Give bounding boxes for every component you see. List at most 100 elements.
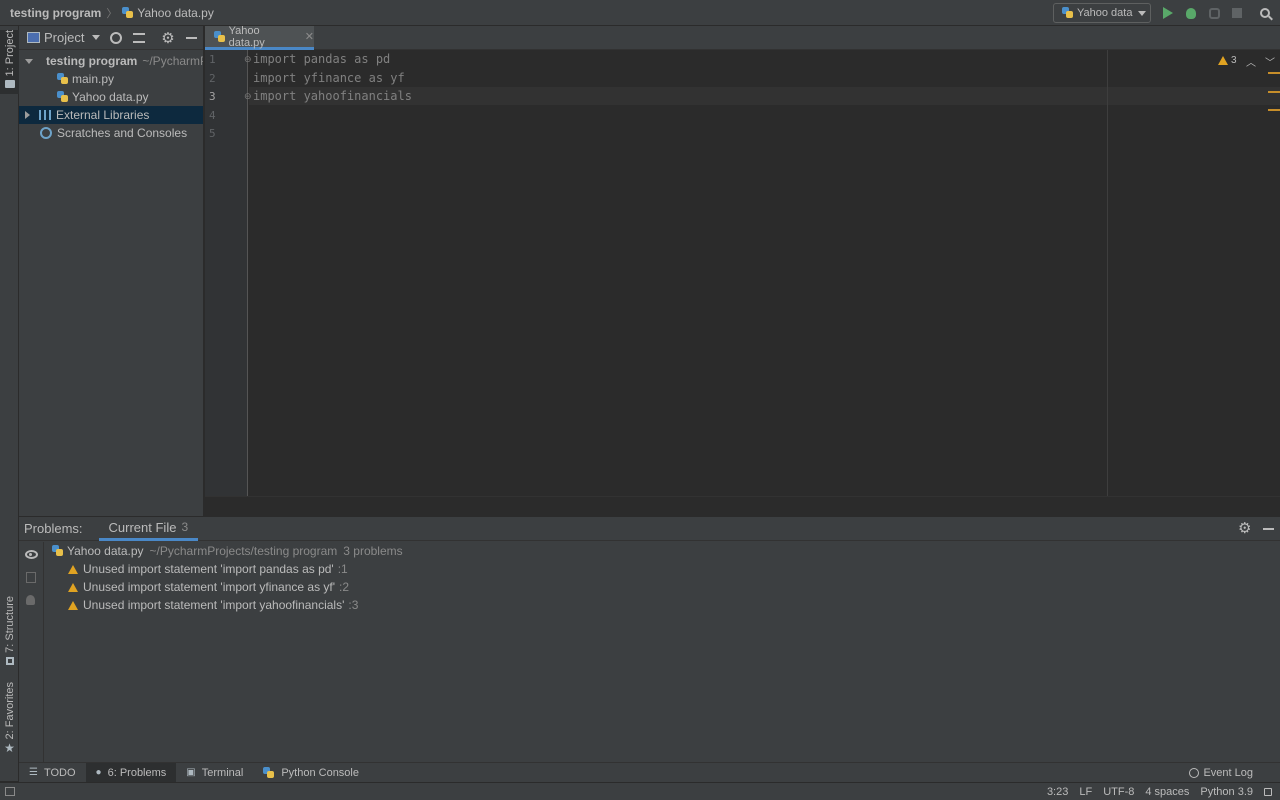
problems-toolbar [19, 542, 44, 763]
python-file-icon [214, 30, 226, 43]
structure-icon [5, 656, 14, 665]
tree-node-scratches-label: Scratches and Consoles [57, 126, 188, 140]
project-view-selector[interactable]: Project [44, 30, 84, 45]
fold-marker-icon[interactable]: ⊖ [244, 91, 252, 102]
chevron-right-icon[interactable] [25, 111, 30, 119]
close-icon[interactable]: ✕ [305, 30, 314, 43]
project-panel-header: Project ⚙ [19, 26, 203, 50]
breadcrumb-file[interactable]: Yahoo data.py [137, 6, 214, 20]
structure-tool-tab-label: 7: Structure [3, 596, 16, 653]
next-highlight-icon[interactable]: ﹀ [1265, 54, 1275, 69]
problem-line: :1 [337, 562, 348, 576]
tab-current-file[interactable]: Current File 3 [98, 517, 199, 541]
problems-file-row[interactable]: Yahoo data.py ~/PycharmProjects/testing … [45, 542, 403, 560]
search-everywhere-button[interactable] [1257, 5, 1273, 21]
problem-row[interactable]: Unused import statement 'import yahoofin… [45, 596, 403, 614]
problem-line: :3 [348, 598, 359, 612]
play-icon [1163, 7, 1173, 19]
python-icon [1062, 7, 1074, 19]
run-with-coverage-button[interactable] [1206, 5, 1222, 21]
code-line[interactable]: import yahoofinancials [253, 89, 412, 103]
warning-icon [68, 582, 78, 592]
libraries-icon [39, 110, 51, 120]
lightbulb-icon[interactable] [26, 595, 35, 605]
warning-count: 3 [1231, 55, 1237, 66]
problems-tool-button[interactable]: ● 6: Problems [85, 762, 177, 783]
problems-file-summary: 3 problems [343, 544, 403, 558]
terminal-tool-label: Terminal [201, 766, 244, 779]
project-settings-button[interactable]: ⚙ [160, 30, 176, 46]
collapse-all-button[interactable] [131, 30, 147, 46]
editor-tab[interactable]: Yahoo data.py ✕ [205, 25, 314, 50]
scratches-icon [40, 127, 52, 139]
problem-row[interactable]: Unused import statement 'import yfinance… [45, 578, 403, 596]
favorites-tool-tab[interactable]: 2: Favorites ★ [0, 682, 19, 755]
error-stripe-mark[interactable] [1268, 72, 1280, 74]
error-stripe-mark[interactable] [1268, 109, 1280, 111]
python-interpreter[interactable]: Python 3.9 [1200, 786, 1253, 798]
tree-node-file[interactable]: Yahoo data.py [19, 88, 203, 106]
file-encoding[interactable]: UTF-8 [1103, 786, 1134, 798]
terminal-icon: ▣ [186, 767, 196, 778]
problems-list: Yahoo data.py ~/PycharmProjects/testing … [45, 542, 403, 614]
hide-panel-icon[interactable] [1263, 528, 1274, 530]
editor-tabs: Yahoo data.py ✕ [205, 25, 1280, 50]
run-button[interactable] [1160, 5, 1176, 21]
hide-panel-button[interactable] [183, 30, 199, 46]
debug-button[interactable] [1183, 5, 1199, 21]
indent-setting[interactable]: 4 spaces [1145, 786, 1189, 798]
tree-node-root-label: testing program [46, 54, 138, 68]
line-separator[interactable]: LF [1079, 786, 1092, 798]
breadcrumb-project[interactable]: testing program [10, 6, 101, 20]
breadcrumb: testing program 〉 Yahoo data.py [0, 5, 214, 21]
event-log-icon [1189, 768, 1200, 778]
caret-position[interactable]: 3:23 [1047, 786, 1068, 798]
python-icon [263, 766, 275, 779]
python-console-tool-button[interactable]: Python Console [253, 763, 369, 783]
code-line[interactable]: import yfinance as yf [253, 71, 405, 85]
project-tree: testing program ~/PycharmProjects/testin… [19, 50, 203, 142]
code-editor[interactable]: 1 2 3 4 5 ⊖ ⊖ import pandas as pd import… [205, 50, 1280, 496]
tree-node-file[interactable]: main.py [19, 70, 203, 88]
bug-icon [1186, 7, 1196, 19]
todo-tool-button[interactable]: ☰ TODO [19, 763, 86, 783]
gear-icon[interactable]: ⚙ [1238, 521, 1251, 536]
editor-gutter[interactable]: 1 2 3 4 5 ⊖ ⊖ [205, 50, 252, 496]
structure-tool-tab[interactable]: 7: Structure [0, 596, 19, 668]
code-line[interactable]: import pandas as pd [253, 52, 390, 66]
inspection-widget[interactable]: 3 [1218, 55, 1237, 66]
problems-title: Problems: [24, 521, 83, 536]
fold-marker-icon[interactable]: ⊖ [244, 54, 252, 65]
target-icon [110, 32, 122, 44]
toggle-tool-windows-icon[interactable] [5, 787, 15, 796]
preview-icon[interactable] [26, 572, 36, 583]
project-tool-tab[interactable]: 1: Project [0, 30, 19, 94]
tree-node-external-libraries-label: External Libraries [56, 108, 150, 122]
tree-node-root[interactable]: testing program ~/PycharmProjects/testin… [19, 52, 203, 70]
collapse-icon [133, 33, 145, 43]
favorites-tool-tab-label: 2: Favorites [3, 682, 16, 740]
gear-icon: ⚙ [161, 29, 175, 47]
problems-header: Problems: Current File 3 ⚙ [19, 517, 1280, 541]
event-log-button[interactable]: Event Log [1189, 763, 1253, 783]
chevron-down-icon[interactable] [92, 35, 101, 40]
problem-row[interactable]: Unused import statement 'import pandas a… [45, 560, 403, 578]
previous-highlight-icon[interactable]: ︿ [1246, 54, 1256, 69]
run-configuration-dropdown[interactable]: Yahoo data [1053, 3, 1151, 23]
run-configuration-label: Yahoo data [1077, 7, 1133, 19]
lock-icon[interactable] [1264, 788, 1272, 796]
tree-node-external-libraries[interactable]: External Libraries [19, 106, 203, 124]
error-stripe-mark[interactable] [1268, 91, 1280, 93]
eye-icon[interactable] [25, 550, 38, 559]
search-icon [1260, 8, 1270, 18]
locate-file-button[interactable] [108, 30, 124, 46]
line-number: 2 [209, 72, 216, 85]
chevron-down-icon[interactable] [25, 58, 33, 64]
python-file-icon [57, 73, 69, 85]
tree-node-scratches[interactable]: Scratches and Consoles [19, 124, 203, 142]
terminal-tool-button[interactable]: ▣ Terminal [176, 763, 253, 783]
project-panel: Project ⚙ testing program ~/PycharmProje… [19, 26, 204, 516]
navigation-bar: testing program 〉 Yahoo data.py Yahoo da… [0, 0, 1280, 26]
stop-button[interactable] [1229, 5, 1245, 21]
editor-horizontal-scrollbar[interactable] [205, 496, 1280, 516]
